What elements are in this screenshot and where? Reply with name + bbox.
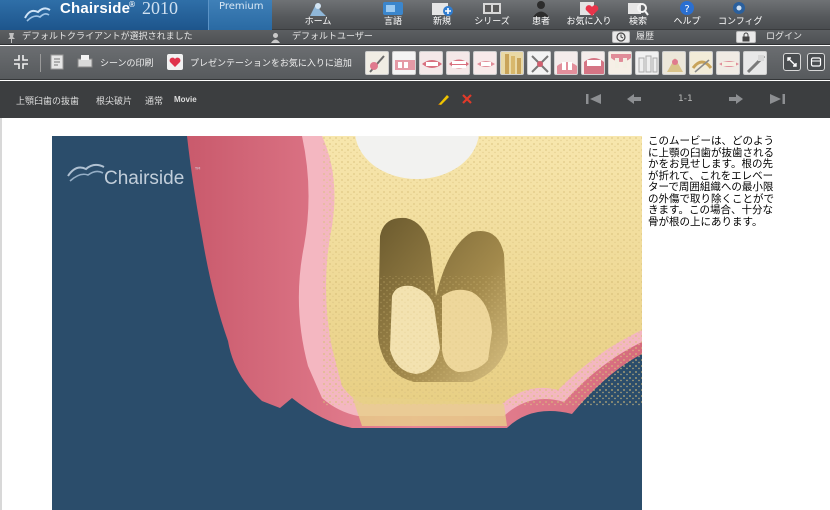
nav-home[interactable]: ホーム: [300, 0, 336, 30]
status-bar: デフォルトクライアントが選択されました デフォルトユーザー 履歴 ログイン: [0, 30, 830, 45]
brand-trademark: ®: [128, 0, 136, 9]
toolbar-divider: [40, 54, 41, 72]
scene-title: 上顎臼歯の抜歯: [16, 97, 80, 107]
first-page-icon[interactable]: [585, 93, 603, 105]
nav-favorites-label: お気に入り: [566, 17, 612, 27]
scene-thumbnail[interactable]: [419, 51, 443, 75]
login-button[interactable]: [736, 31, 756, 43]
scene-thumbnail[interactable]: [716, 51, 740, 75]
chairside-logo-icon: [24, 7, 51, 22]
scene-toolbar: シーンの印刷 プレゼンテーションをお気に入りに追加: [0, 46, 830, 80]
svg-text:?: ?: [684, 4, 689, 15]
brand-area: Chairside ® 2010: [0, 0, 208, 30]
scene-thumbnail[interactable]: [473, 51, 497, 75]
scene-thumbnail[interactable]: [392, 51, 416, 75]
nav-help[interactable]: ? ヘルプ: [672, 0, 702, 30]
nav-new-label: 新規: [432, 17, 451, 27]
brand-year: 2010: [142, 0, 178, 18]
page-indicator: 1-1: [678, 94, 693, 104]
series-icon: [483, 3, 501, 14]
expand-icon: [787, 57, 797, 67]
movie-player[interactable]: Chairside ™: [52, 136, 642, 510]
client-status: デフォルトクライアントが選択されました: [22, 32, 193, 42]
nav-language-label: 言語: [383, 17, 402, 27]
history-button[interactable]: [612, 31, 630, 43]
print-scene-button[interactable]: シーンの印刷: [100, 56, 154, 69]
chairside-watermark-icon: [67, 163, 105, 182]
nav-favorites[interactable]: お気に入り: [566, 0, 612, 30]
nav-search[interactable]: 検索: [622, 0, 654, 30]
user-status: デフォルトユーザー: [292, 32, 373, 42]
login-label[interactable]: ログイン: [766, 31, 802, 43]
nav-config-label: コンフィグ: [718, 17, 763, 27]
search-icon: [628, 3, 649, 16]
previous-page-icon[interactable]: [626, 93, 642, 105]
nav-series-label: シリーズ: [474, 17, 510, 27]
scene-thumbnail[interactable]: [608, 51, 632, 75]
scene-thumbnail[interactable]: [635, 51, 659, 75]
scene-title-bar: 上顎臼歯の抜歯 根尖破片 通常 Movie 1-1: [0, 81, 830, 118]
clock-icon: [616, 32, 626, 42]
scene-thumbnail[interactable]: [365, 51, 389, 75]
scene-thumbnail[interactable]: [500, 51, 524, 75]
next-page-icon[interactable]: [728, 93, 744, 105]
favorites-icon: [580, 2, 599, 16]
scene-thumbnail[interactable]: [662, 51, 686, 75]
home-icon: [310, 3, 326, 16]
scene-subtitle: 根尖破片: [96, 97, 133, 107]
fullscreen-collapse-icon[interactable]: [12, 53, 30, 71]
patient-icon: [533, 1, 549, 17]
heart-icon[interactable]: [166, 53, 184, 71]
layout-button[interactable]: [807, 53, 825, 71]
user-icon: [271, 33, 280, 43]
new-icon: [432, 3, 453, 16]
nav-series[interactable]: シリーズ: [474, 0, 510, 30]
edition-badge: Premium: [208, 0, 272, 30]
nav-patient-label: 患者: [531, 17, 550, 27]
scene-thumbnail[interactable]: [446, 51, 470, 75]
brand-name: Chairside: [60, 0, 131, 17]
language-icon: [383, 2, 403, 15]
nav-language[interactable]: 言語: [378, 0, 408, 30]
scene-type: Movie: [174, 95, 197, 104]
scene-thumbnail[interactable]: [689, 51, 713, 75]
history-label[interactable]: 履歴: [636, 31, 654, 43]
print-icon[interactable]: [76, 53, 94, 71]
lock-icon: [742, 32, 750, 42]
video-watermark-tm: ™: [194, 166, 202, 175]
scene-description: このムービーは、どのように上顎の臼歯が抜歯されるかをお見せします。根の先が折れて…: [648, 135, 774, 228]
scene-thumbnail[interactable]: [581, 51, 605, 75]
document-icon[interactable]: [48, 53, 66, 71]
nav-patient[interactable]: 患者: [528, 0, 554, 30]
nav-home-label: ホーム: [304, 17, 332, 27]
top-navigation-bar: Chairside ® 2010 Premium ホーム 言語 新規 シリーズ: [0, 0, 830, 30]
nav-search-label: 検索: [628, 17, 647, 27]
nav-new[interactable]: 新規: [426, 0, 458, 30]
help-icon: ?: [680, 1, 694, 15]
expand-button[interactable]: [783, 53, 801, 71]
scene-thumbnail[interactable]: [527, 51, 551, 75]
edit-icon[interactable]: [436, 93, 450, 105]
scene-mode: 通常: [145, 97, 164, 107]
edition-label: Premium: [219, 1, 264, 12]
config-icon: [733, 2, 745, 14]
scene-content: Chairside ™ このムービーは、どのように上顎の臼歯が抜歯されるかをお見…: [0, 118, 830, 510]
video-watermark: Chairside: [104, 168, 185, 189]
nav-help-label: ヘルプ: [673, 17, 701, 27]
pin-icon: [8, 33, 15, 43]
scene-thumbnail[interactable]: [743, 51, 767, 75]
add-favorite-button[interactable]: プレゼンテーションをお気に入りに追加: [190, 56, 352, 69]
nav-config[interactable]: コンフィグ: [718, 0, 763, 30]
delete-icon[interactable]: [460, 93, 474, 105]
last-page-icon[interactable]: [768, 93, 786, 105]
layout-icon: [810, 57, 822, 67]
scene-thumbnail[interactable]: [554, 51, 578, 75]
tooth-extraction-illustration: [52, 136, 642, 510]
